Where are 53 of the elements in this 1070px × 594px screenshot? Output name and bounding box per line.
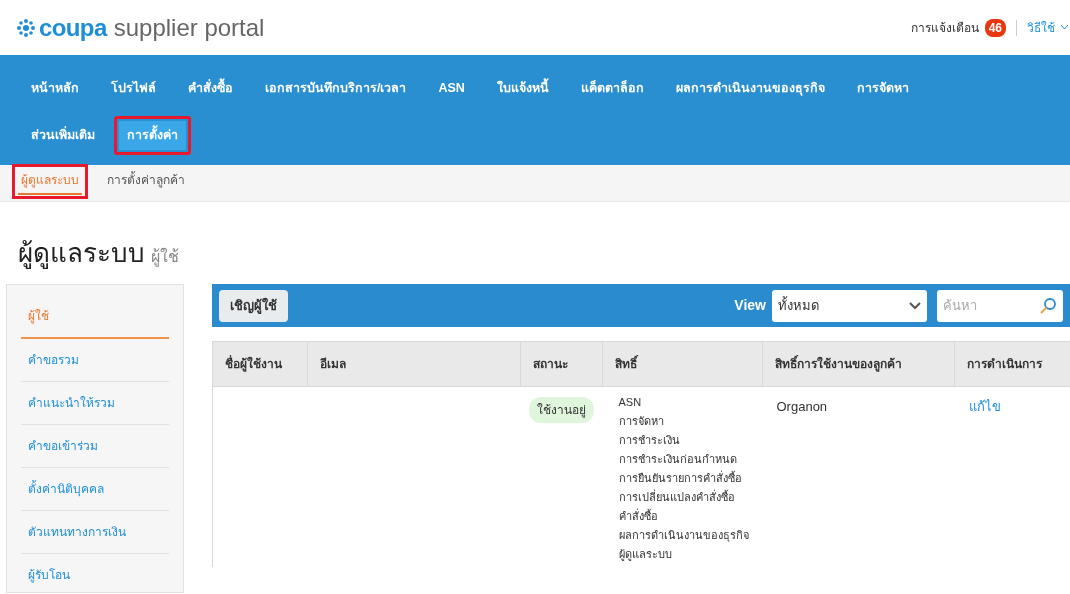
page-title: ผู้ดูแลระบบ: [18, 237, 145, 271]
permission-item: การชำระเงิน: [618, 433, 681, 448]
sidebar-item[interactable]: ผู้รับโอน: [21, 554, 169, 593]
chevron-down-icon: [909, 301, 921, 310]
nav-tab[interactable]: คำสั่งซื้อ: [175, 69, 246, 108]
nav-tab[interactable]: ASN: [425, 69, 478, 108]
table-cell: Organon: [776, 399, 828, 414]
column-header: สถานะ: [520, 341, 603, 387]
column-header: การดำเนินการ: [954, 341, 1070, 387]
snowflake-logo-icon: [16, 17, 36, 38]
view-label: View: [734, 296, 766, 315]
permission-item: การเปลี่ยนแปลงคำสั่งซื้อ: [618, 488, 736, 505]
notification-count: 46: [984, 18, 1006, 37]
sidebar-item[interactable]: ตัวแทนทางการเงิน: [21, 511, 169, 554]
logo-product: supplier portal: [113, 12, 265, 43]
nav-tab[interactable]: แค็ตตาล็อก: [567, 69, 657, 108]
sidebar-item[interactable]: ตั้งค่านิติบุคคล: [21, 468, 169, 511]
column-header: ชื่อผู้ใช้งาน: [212, 341, 308, 387]
notifications-link[interactable]: การแจ้งเตือน: [910, 18, 979, 37]
nav-tab[interactable]: การตั้งค่า: [114, 115, 191, 155]
subnav-tab[interactable]: ผู้ดูแลระบบ: [12, 164, 88, 199]
sidebar-item[interactable]: คำขอเข้าร่วม: [21, 425, 169, 468]
permission-item: การยืนยันรายการคำสั่งซื้อ: [618, 469, 743, 486]
nav-tab[interactable]: การจัดหา: [843, 69, 922, 108]
column-header: อีเมล: [307, 341, 521, 387]
sidebar-item[interactable]: ผู้ใช้: [21, 295, 169, 339]
permission-item: ASN: [618, 395, 643, 410]
subnav-tab[interactable]: การตั้งค่าลูกค้า: [98, 164, 194, 199]
help-menu[interactable]: วิธีใช้: [1027, 18, 1055, 37]
chevron-down-icon: [1061, 25, 1068, 30]
page-subtitle: ผู้ใช้: [151, 246, 179, 269]
permission-item: ผลการดำเนินงานของธุรกิจ: [618, 528, 747, 544]
column-header: สิทธิ์: [602, 341, 763, 387]
sidebar-item[interactable]: คำขอรวม: [21, 339, 169, 382]
invite-user-button[interactable]: เชิญผู้ใช้: [219, 289, 288, 322]
sidebar-item[interactable]: คำแนะนำให้รวม: [21, 382, 169, 425]
nav-tab[interactable]: เอกสารบันทึกบริการ/เวลา: [252, 69, 420, 108]
nav-tab[interactable]: ส่วนเพิ่มเติม: [18, 115, 108, 155]
permission-item: ผู้ดูแลระบบ: [618, 547, 673, 563]
nav-tab[interactable]: โปรไฟล์: [98, 69, 169, 108]
search-icon: [1039, 296, 1057, 315]
search-field[interactable]: ค้นหา: [937, 289, 1063, 322]
nav-tab[interactable]: ใบแจ้งหนี้: [483, 69, 562, 108]
permission-item: การชำระเงินก่อนกำหนด: [618, 452, 738, 467]
nav-tab[interactable]: หน้าหลัก: [18, 69, 92, 108]
column-header: สิทธิ์การใช้งานของลูกค้า: [762, 341, 955, 387]
edit-link[interactable]: แก้ไข: [968, 399, 1001, 414]
nav-tab[interactable]: ผลการดำเนินงานของธุรกิจ: [662, 69, 838, 108]
permission-item: การจัดหา: [618, 414, 665, 429]
status-badge: ใช้งานอยู่: [528, 397, 594, 423]
view-dropdown[interactable]: ทั้งหมด: [772, 289, 927, 322]
permission-item: คำสั่งซื้อ: [618, 507, 659, 524]
logo-brand: coupa: [39, 12, 107, 43]
